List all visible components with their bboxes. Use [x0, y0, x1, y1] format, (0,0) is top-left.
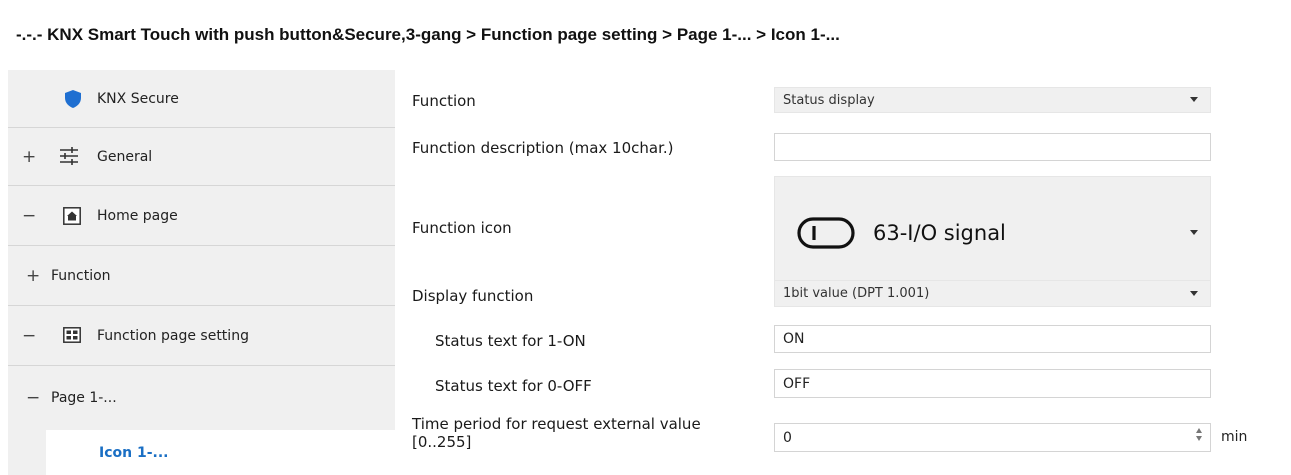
function-icon-value: 63-I/O signal [873, 221, 1006, 245]
status-text-on-label: Status text for 1-ON [435, 332, 586, 350]
sidebar-item-label: Function page setting [97, 328, 249, 344]
spinner-arrows-icon[interactable] [1196, 428, 1202, 441]
sidebar-item-label: Function [51, 268, 111, 284]
display-function-value: 1bit value (DPT 1.001) [783, 286, 930, 301]
sidebar-item-home-page[interactable]: − Home page [8, 186, 395, 246]
collapse-toggle[interactable]: − [26, 388, 40, 408]
collapse-toggle[interactable]: − [22, 206, 36, 226]
sidebar-item-icon-1[interactable]: Icon 1-... [46, 430, 395, 475]
display-function-select[interactable]: 1bit value (DPT 1.001) [774, 280, 1211, 307]
function-description-input[interactable] [774, 133, 1211, 161]
request-period-spinner[interactable]: 0 [774, 423, 1211, 452]
request-period-unit: min [1221, 429, 1248, 445]
breadcrumb: -.-.- KNX Smart Touch with push button&S… [16, 25, 840, 44]
expand-toggle[interactable]: + [26, 266, 40, 286]
chevron-down-icon [1190, 230, 1198, 235]
expand-toggle[interactable]: + [22, 147, 36, 167]
home-icon [63, 207, 81, 225]
sidebar-item-label: General [97, 149, 153, 165]
request-period-value: 0 [783, 429, 792, 446]
grid-icon [63, 327, 81, 343]
request-period-label: Time period for request external value [… [412, 415, 701, 451]
request-period-label-line1: Time period for request external value [412, 415, 701, 433]
status-text-off-label: Status text for 0-OFF [435, 377, 592, 395]
io-signal-toggle-icon [797, 217, 855, 249]
display-function-label: Display function [412, 287, 534, 305]
status-text-on-input[interactable]: ON [774, 325, 1211, 353]
sidebar-item-label: Home page [97, 208, 178, 224]
parameter-panel: Function Status display Function descrip… [395, 70, 1291, 475]
sidebar-item-label: KNX Secure [97, 91, 179, 107]
function-label: Function [412, 92, 476, 110]
chevron-down-icon [1190, 97, 1198, 102]
sidebar-item-knx-secure[interactable]: KNX Secure [8, 70, 395, 128]
status-text-on-value: ON [783, 331, 805, 347]
sidebar-item-general[interactable]: + General [8, 128, 395, 186]
shield-icon [65, 90, 81, 108]
collapse-toggle[interactable]: − [22, 326, 36, 346]
sidebar-item-label: Page 1-... [51, 390, 117, 406]
sidebar: KNX Secure + General − Home page + Funct… [8, 70, 395, 475]
function-icon-label: Function icon [412, 219, 512, 237]
chevron-down-icon [1190, 290, 1198, 296]
sidebar-item-page-1[interactable]: − Page 1-... [8, 366, 395, 430]
function-select[interactable]: Status display [774, 87, 1211, 113]
function-description-label: Function description (max 10char.) [412, 139, 674, 157]
status-text-off-value: OFF [783, 375, 811, 392]
sidebar-item-function-page-setting[interactable]: − Function page setting [8, 306, 395, 366]
function-select-value: Status display [783, 92, 875, 108]
sliders-icon [59, 147, 79, 165]
sidebar-item-label: Icon 1-... [99, 444, 169, 461]
status-text-off-input[interactable]: OFF [774, 369, 1211, 398]
sidebar-item-function[interactable]: + Function [8, 246, 395, 306]
function-icon-select[interactable]: 63-I/O signal [774, 176, 1211, 290]
request-period-label-line2: [0..255] [412, 433, 472, 451]
